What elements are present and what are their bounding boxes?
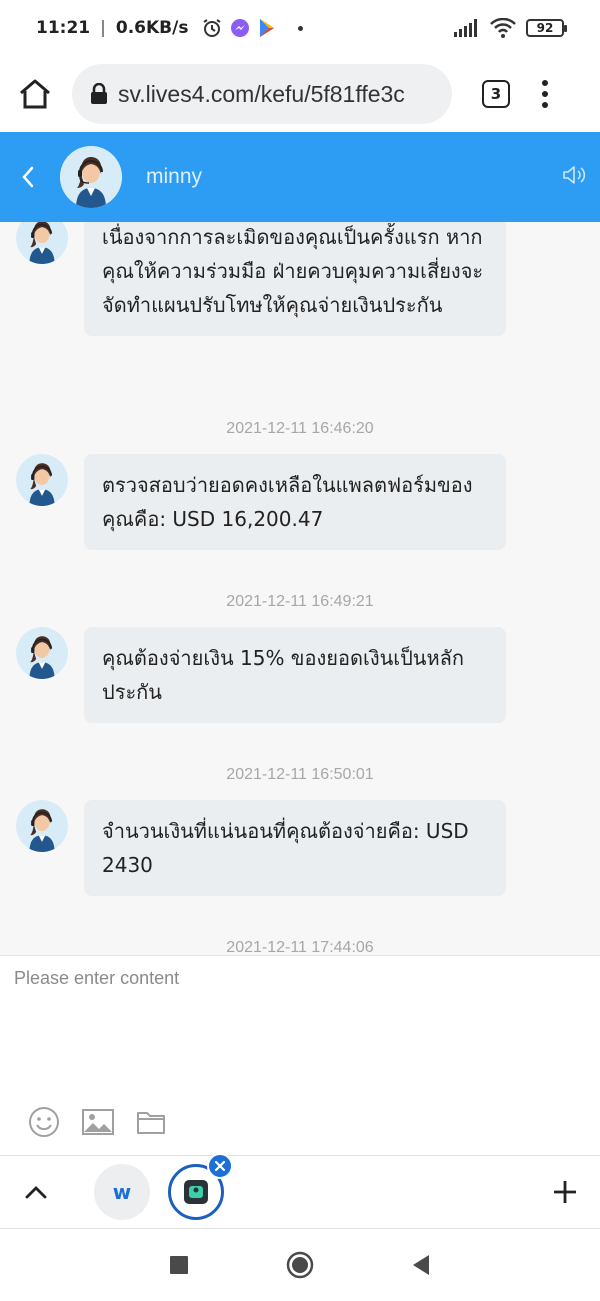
chat-app-icon: [184, 1180, 208, 1204]
message-timestamp: 2021-12-11 17:44:06: [226, 939, 374, 955]
play-store-icon: [260, 19, 275, 37]
dot-icon: [542, 91, 548, 97]
w-logo-icon: w: [112, 1180, 132, 1204]
wifi-icon: [490, 18, 516, 38]
url-text[interactable]: sv.lives4.com/kefu/5f81ffe3c: [118, 81, 405, 108]
messenger-icon: [231, 19, 250, 37]
tab-count: 3: [490, 85, 502, 103]
sound-toggle-button[interactable]: [562, 164, 586, 190]
message-bubble: คุณต้องจ่ายเงิน 15% ของยอดเงินเป็นหลักปร…: [84, 627, 506, 723]
browser-menu-button[interactable]: [542, 80, 548, 108]
emoji-icon[interactable]: [28, 1106, 60, 1138]
agent-avatar: [60, 146, 122, 208]
message-row: จำนวนเงินที่แน่นอนที่คุณต้องจ่ายคือ: USD…: [16, 800, 506, 896]
agent-avatar: [16, 627, 68, 679]
home-icon[interactable]: [18, 78, 52, 110]
dot-icon: [542, 102, 548, 108]
tab-switcher-button[interactable]: 3: [482, 80, 510, 108]
battery-indicator: 92: [526, 19, 567, 37]
status-separator: |: [100, 18, 106, 38]
lock-icon: [91, 83, 107, 104]
support-agent-icon: [60, 146, 122, 208]
agent-name: minny: [146, 165, 203, 188]
message-timestamp: 2021-12-11 16:49:21: [226, 593, 374, 610]
chat-message-list[interactable]: เนื่องจากการละเมิดของคุณเป็นครั้งแรก หาก…: [0, 222, 600, 955]
browser-toolbar: sv.lives4.com/kefu/5f81ffe3c 3: [0, 56, 600, 132]
support-agent-icon: [16, 627, 68, 679]
recents-button[interactable]: [169, 1255, 189, 1275]
add-icon[interactable]: [552, 1179, 578, 1205]
back-button[interactable]: [0, 132, 56, 222]
close-icon: [214, 1160, 226, 1172]
composer-toolbar: [28, 1106, 166, 1138]
notification-dot-icon: [298, 25, 304, 31]
status-bar: 11:21 | 0.6KB/s 92: [0, 0, 600, 56]
support-agent-icon: [16, 222, 68, 264]
back-nav-button[interactable]: [411, 1254, 431, 1276]
support-agent-icon: [16, 454, 68, 506]
clock: 11:21: [36, 18, 91, 38]
message-bubble: ตรวจสอบว่ายอดคงเหลือในแพลตฟอร์มของคุณคือ…: [84, 454, 506, 550]
message-bubble: เนื่องจากการละเมิดของคุณเป็นครั้งแรก หาก…: [84, 222, 506, 336]
folder-icon[interactable]: [136, 1109, 166, 1135]
message-composer: [0, 955, 600, 1155]
message-bubble: จำนวนเงินที่แน่นอนที่คุณต้องจ่ายคือ: USD…: [84, 800, 506, 896]
message-row: เนื่องจากการละเมิดของคุณเป็นครั้งแรก หาก…: [16, 222, 506, 336]
support-agent-icon: [16, 800, 68, 852]
agent-avatar: [16, 454, 68, 506]
signal-icon: [454, 19, 477, 37]
app-bubble-chat[interactable]: [168, 1153, 233, 1220]
message-timestamp: 2021-12-11 16:46:20: [226, 420, 374, 437]
speaker-icon: [563, 166, 586, 184]
message-row: คุณต้องจ่ายเงิน 15% ของยอดเงินเป็นหลักปร…: [16, 627, 506, 723]
battery-level: 92: [536, 21, 554, 35]
agent-avatar: [16, 800, 68, 852]
dot-icon: [542, 80, 548, 86]
system-navigation-bar: [0, 1229, 600, 1301]
home-button[interactable]: [285, 1250, 315, 1280]
message-row: ตรวจสอบว่ายอดคงเหลือในแพลตฟอร์มของคุณคือ…: [16, 454, 506, 550]
address-bar[interactable]: sv.lives4.com/kefu/5f81ffe3c: [72, 64, 452, 124]
agent-avatar: [16, 222, 68, 264]
chevron-left-icon: [22, 166, 34, 188]
net-speed: 0.6KB/s: [115, 18, 189, 38]
message-timestamp: 2021-12-11 16:50:01: [226, 766, 374, 783]
chat-header: minny: [0, 132, 600, 222]
floating-bubble-bar: w: [0, 1153, 600, 1229]
message-input[interactable]: [14, 968, 584, 1058]
close-bubble-button[interactable]: [207, 1153, 233, 1179]
image-icon[interactable]: [82, 1108, 114, 1136]
chevron-up-icon[interactable]: [22, 1182, 50, 1202]
alarm-icon: [203, 19, 221, 37]
app-bubble-w[interactable]: w: [94, 1164, 150, 1220]
